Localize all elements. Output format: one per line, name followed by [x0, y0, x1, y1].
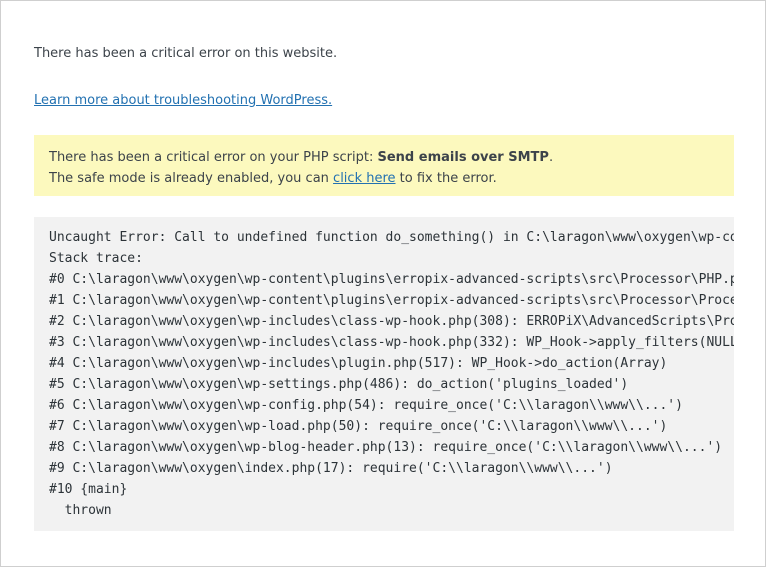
trace-line: #10 {main}: [49, 482, 128, 497]
stack-trace: Uncaught Error: Call to undefined functi…: [34, 217, 734, 531]
trace-line: #9 C:\laragon\www\oxygen\index.php(17): …: [49, 461, 613, 476]
error-message: There has been a critical error on this …: [34, 46, 338, 61]
notice-line-1-suffix: .: [548, 150, 554, 165]
notice-line-1-prefix: There has been a critical error on your …: [49, 150, 378, 165]
trace-line: #1 C:\laragon\www\oxygen\wp-content\plug…: [49, 293, 734, 308]
trace-line: #5 C:\laragon\www\oxygen\wp-settings.php…: [49, 377, 629, 392]
trace-line: thrown: [49, 503, 112, 518]
safe-mode-notice: There has been a critical error on your …: [34, 135, 734, 196]
trace-line: #6 C:\laragon\www\oxygen\wp-config.php(5…: [49, 398, 683, 413]
notice-line-1: There has been a critical error on your …: [49, 147, 719, 168]
trace-line: #8 C:\laragon\www\oxygen\wp-blog-header.…: [49, 440, 723, 455]
trace-line: #7 C:\laragon\www\oxygen\wp-load.php(50)…: [49, 419, 668, 434]
trace-line: Stack trace:: [49, 251, 143, 266]
script-name: Send emails over SMTP: [377, 150, 549, 165]
troubleshooting-link[interactable]: Learn more about troubleshooting WordPre…: [34, 92, 332, 110]
error-page: There has been a critical error on this …: [0, 0, 766, 567]
trace-line: #2 C:\laragon\www\oxygen\wp-includes\cla…: [49, 314, 734, 329]
trace-line: Uncaught Error: Call to undefined functi…: [49, 230, 734, 245]
fix-error-link[interactable]: click here: [333, 171, 395, 186]
notice-line-2-prefix: The safe mode is already enabled, you ca…: [49, 171, 334, 186]
trace-line: #0 C:\laragon\www\oxygen\wp-content\plug…: [49, 272, 734, 287]
trace-line: #3 C:\laragon\www\oxygen\wp-includes\cla…: [49, 335, 734, 350]
notice-line-2-suffix: to fix the error.: [395, 171, 497, 186]
trace-line: #4 C:\laragon\www\oxygen\wp-includes\plu…: [49, 356, 668, 371]
notice-line-2: The safe mode is already enabled, you ca…: [49, 168, 719, 189]
